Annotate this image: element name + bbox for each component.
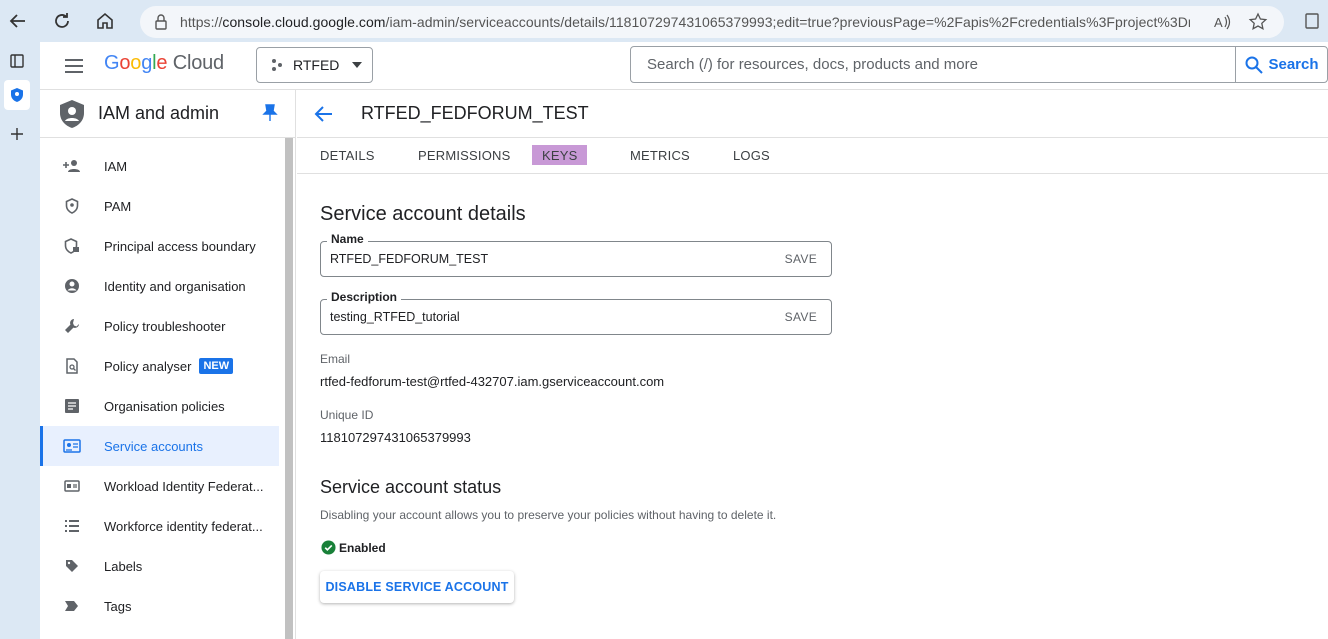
account-circle-icon — [60, 274, 84, 298]
sidebar-item-label: Identity and organisation — [104, 278, 246, 294]
unique-id-label: Unique ID — [320, 408, 374, 422]
sidebar-item-label: Organisation policies — [104, 398, 225, 414]
email-value: rtfed-fedforum-test@rtfed-432707.iam.gse… — [320, 374, 665, 389]
tab-permissions[interactable]: PERMISSIONS — [418, 148, 511, 163]
shield-icon — [60, 194, 84, 218]
add-tab-icon[interactable] — [4, 121, 30, 147]
url-text: https://console.cloud.google.com/iam-adm… — [180, 14, 1190, 30]
collections-icon[interactable] — [1303, 12, 1321, 30]
workspace-tab-icon[interactable] — [4, 80, 30, 110]
address-bar[interactable]: https://console.cloud.google.com/iam-adm… — [140, 6, 1284, 38]
sidebar-item-pam[interactable]: PAM — [40, 186, 279, 226]
sidebar-item-policy-analyser[interactable]: Policy analyser NEW — [40, 346, 279, 386]
sidebar-item-tags[interactable]: Tags — [40, 586, 279, 626]
wrench-icon — [60, 314, 84, 338]
sidebar-item-label: Workload Identity Federat... — [104, 478, 264, 494]
sidebar-item-label: Labels — [104, 558, 143, 574]
label-icon — [60, 554, 84, 578]
sidebar-header: IAM and admin — [40, 90, 295, 138]
main-content: RTFED_FEDFORUM_TEST DETAILS PERMISSIONS … — [297, 90, 1328, 639]
search-button[interactable]: Search — [1235, 47, 1327, 82]
document-search-icon — [60, 354, 84, 378]
check-circle-icon — [321, 540, 336, 555]
page-header: RTFED_FEDFORUM_TEST — [297, 90, 1328, 138]
tab-bar: DETAILS PERMISSIONS KEYS METRICS LOGS — [297, 138, 1328, 174]
status-heading: Service account status — [320, 477, 502, 497]
tab-details[interactable]: DETAILS — [320, 148, 375, 163]
favorite-star-icon[interactable] — [1248, 12, 1268, 32]
name-field[interactable]: Name RTFED_FEDFORUM_TEST SAVE — [320, 232, 832, 277]
sidebar-scrollbar[interactable] — [285, 138, 293, 639]
description-label: Description — [327, 290, 402, 304]
project-name: RTFED — [293, 57, 340, 73]
service-account-icon — [60, 434, 84, 458]
project-picker[interactable]: RTFED — [256, 47, 373, 83]
sidebar-item-principal-access-boundary[interactable]: Principal access boundary — [40, 226, 279, 266]
list-icon — [60, 514, 84, 538]
project-icon — [272, 59, 282, 71]
shield-lock-icon — [60, 234, 84, 258]
lock-icon — [155, 14, 167, 30]
sidebar-item-label: Principal access boundary — [104, 238, 256, 254]
sidebar-item-labels[interactable]: Labels — [40, 546, 279, 586]
tab-actions-icon[interactable] — [4, 48, 30, 74]
search-icon — [1245, 56, 1264, 74]
name-input[interactable]: RTFED_FEDFORUM_TEST — [330, 252, 488, 266]
name-label: Name — [327, 232, 368, 246]
search-bar[interactable]: Search (/) for resources, docs, products… — [630, 46, 1328, 83]
sidebar-item-label: IAM — [104, 158, 128, 174]
tag-icon — [60, 594, 84, 618]
console-header: Google Cloud RTFED Search (/) for resour… — [40, 42, 1328, 90]
person-add-icon — [60, 154, 84, 178]
description-field[interactable]: Description testing_RTFED_tutorial SAVE — [320, 290, 832, 335]
article-icon — [60, 394, 84, 418]
unique-id-value: 118107297431065379993 — [320, 430, 471, 445]
email-label: Email — [320, 352, 351, 366]
sidebar-title: IAM and admin — [98, 103, 220, 123]
tab-keys[interactable]: KEYS — [532, 145, 588, 165]
sidebar-item-label: Policy troubleshooter — [104, 318, 226, 334]
search-button-label: Search — [1268, 56, 1319, 73]
back-icon[interactable] — [6, 9, 30, 33]
svg-text:A: A — [1214, 15, 1223, 30]
browser-toolbar: https://console.cloud.google.com/iam-adm… — [0, 0, 1328, 42]
browser-side-panel — [0, 42, 40, 639]
read-aloud-icon[interactable]: A — [1212, 12, 1232, 32]
save-description-button[interactable]: SAVE — [785, 310, 817, 324]
details-heading: Service account details — [320, 203, 526, 225]
page-title: RTFED_FEDFORUM_TEST — [361, 103, 589, 123]
pin-icon[interactable] — [262, 104, 278, 122]
refresh-icon[interactable] — [50, 9, 74, 33]
status-text: Enabled — [339, 540, 386, 555]
sidebar-item-label: Tags — [104, 598, 132, 614]
sidebar-item-label: PAM — [104, 198, 132, 214]
sidebar-item-organisation-policies[interactable]: Organisation policies — [40, 386, 279, 426]
chevron-down-icon — [352, 62, 363, 68]
sidebar-item-identity-and-organisation[interactable]: Identity and organisation — [40, 266, 279, 306]
tab-metrics[interactable]: METRICS — [630, 148, 690, 163]
description-input[interactable]: testing_RTFED_tutorial — [330, 310, 460, 324]
search-input[interactable]: Search (/) for resources, docs, products… — [631, 47, 1235, 82]
home-icon[interactable] — [93, 9, 117, 33]
sidebar-item-workload-identity-federation[interactable]: Workload Identity Federat... — [40, 466, 279, 506]
sidebar-item-policy-troubleshooter[interactable]: Policy troubleshooter — [40, 306, 279, 346]
hamburger-menu-icon[interactable] — [62, 54, 86, 78]
sidebar-item-iam[interactable]: IAM — [40, 146, 279, 186]
status-description: Disabling your account allows you to pre… — [320, 508, 777, 522]
google-cloud-logo[interactable]: Google Cloud — [104, 52, 224, 75]
save-name-button[interactable]: SAVE — [785, 252, 817, 266]
sidebar-item-label: Workforce identity federat... — [104, 518, 263, 534]
new-badge: NEW — [199, 358, 234, 374]
sidebar-item-label: Service accounts — [104, 438, 203, 454]
tab-logs[interactable]: LOGS — [733, 148, 770, 163]
iam-sidebar: IAM and admin IAM PAM Principal access b… — [40, 90, 296, 639]
id-card-icon — [60, 474, 84, 498]
arrow-back-icon[interactable] — [313, 103, 335, 125]
status-indicator: Enabled — [321, 540, 386, 555]
disable-service-account-button[interactable]: DISABLE SERVICE ACCOUNT — [320, 571, 514, 603]
sidebar-item-service-accounts[interactable]: Service accounts — [40, 426, 279, 466]
iam-shield-icon — [60, 99, 84, 128]
sidebar-item-label: Policy analyser — [104, 358, 192, 374]
sidebar-item-workforce-identity-federation[interactable]: Workforce identity federat... — [40, 506, 279, 546]
